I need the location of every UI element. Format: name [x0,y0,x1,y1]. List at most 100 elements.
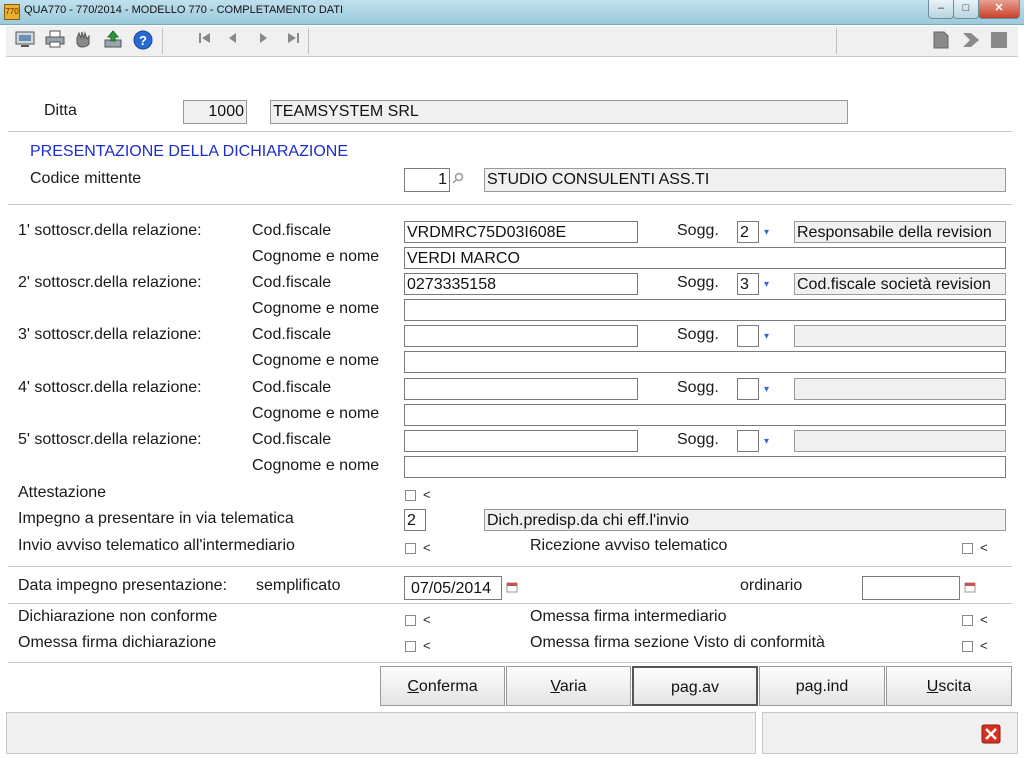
sottoscr-1-cognome[interactable]: VERDI MARCO [404,247,1006,269]
close-window-button[interactable]: ✕ [978,0,1020,19]
omessa-firma-visto-checkbox[interactable] [962,641,973,652]
sottoscr-3-label: 3' sottoscr.della relazione: [18,326,202,343]
minimize-button[interactable]: – [928,0,954,19]
sogg-label: Sogg. [677,326,719,343]
first-icon[interactable] [194,30,216,52]
omessa-firma-dichiarazione-checkbox[interactable] [405,641,416,652]
status-bar-right [762,712,1018,754]
ditta-name-field: TEAMSYSTEM SRL [270,100,848,124]
last-icon[interactable] [282,30,304,52]
omessa-firma-intermediario-arrow: < [980,612,988,627]
cognome-label: Cognome e nome [252,405,380,422]
pag-av-button[interactable]: pag.av [632,666,758,706]
sottoscr-1-sogg[interactable]: 2 [737,221,759,243]
monitor-icon[interactable] [14,30,36,52]
sottoscr-2-sogg[interactable]: 3 [737,273,759,295]
invio-avviso-checkbox[interactable] [405,543,416,554]
codice-mittente-label: Codice mittente [30,170,142,187]
sottoscr-3-codfiscale[interactable] [404,325,638,347]
cognome-label: Cognome e nome [252,352,380,369]
omessa-firma-intermediario-label: Omessa firma intermediario [530,608,727,625]
sottoscr-4-sogg[interactable] [737,378,759,400]
printer-icon[interactable] [44,30,66,52]
impegno-label: Impegno a presentare in via telematica [18,510,294,527]
app-window: 770 QUA770 - 770/2014 - MODELLO 770 - CO… [0,0,1024,759]
ricezione-avviso-checkbox[interactable] [962,543,973,554]
sottoscr-3-cognome[interactable] [404,351,1006,373]
sottoscr-4-cognome[interactable] [404,404,1006,426]
close-icon[interactable] [981,724,1001,749]
sottoscr-1-label: 1' sottoscr.della relazione: [18,222,202,239]
omessa-firma-dichiarazione-arrow: < [423,638,431,653]
impegno-field[interactable]: 2 [404,509,426,531]
presentazione-heading: PRESENTAZIONE DELLA DICHIARAZIONE [30,143,348,160]
sottoscr-2-cognome[interactable] [404,299,1006,321]
sottoscr-2-codfiscale[interactable]: 0273335158 [404,273,638,295]
uscita-button[interactable]: Uscita [886,666,1012,706]
dropdown-arrow-icon[interactable]: ▾ [764,331,769,342]
data-impegno-label: Data impegno presentazione: [18,577,228,594]
app-icon: 770 [4,4,20,20]
stop-icon[interactable] [988,30,1010,52]
ordinario-label: ordinario [740,577,803,594]
non-conforme-label: Dichiarazione non conforme [18,608,218,625]
invio-avviso-label: Invio avviso telematico all'intermediari… [18,537,295,554]
semplificato-date-field[interactable]: 07/05/2014 [404,576,502,600]
codfiscale-label: Cod.fiscale [252,379,332,396]
sottoscr-4-codfiscale[interactable] [404,378,638,400]
omessa-firma-dichiarazione-label: Omessa firma dichiarazione [18,634,217,651]
semplificato-label: semplificato [256,577,341,594]
next-icon[interactable] [252,30,274,52]
pag-ind-button[interactable]: pag.ind [759,666,885,706]
sottoscr-1-sogg-desc: Responsabile della revision [794,221,1006,243]
codfiscale-label: Cod.fiscale [252,222,332,239]
non-conforme-checkbox[interactable] [405,615,416,626]
omessa-firma-visto-arrow: < [980,638,988,653]
sottoscr-4-sogg-desc [794,378,1006,400]
invio-avviso-arrow: < [423,540,431,555]
ricezione-avviso-label: Ricezione avviso telematico [530,537,728,554]
dropdown-arrow-icon[interactable]: ▾ [764,436,769,447]
export-icon[interactable] [102,30,124,52]
dropdown-arrow-icon[interactable]: ▾ [764,279,769,290]
sottoscr-3-sogg[interactable] [737,325,759,347]
sottoscr-5-sogg[interactable] [737,430,759,452]
cognome-label: Cognome e nome [252,457,380,474]
ricezione-avviso-arrow: < [980,540,988,555]
codfiscale-label: Cod.fiscale [252,431,332,448]
lookup-icon[interactable] [452,172,464,187]
forward-icon[interactable] [960,30,982,52]
maximize-button[interactable]: □ [953,0,979,19]
sottoscr-5-label: 5' sottoscr.della relazione: [18,431,202,448]
sogg-label: Sogg. [677,431,719,448]
status-bar-left [6,712,756,754]
sottoscr-1-codfiscale[interactable]: VRDMRC75D03I608E [404,221,638,243]
ordinario-date-field[interactable] [862,576,960,600]
varia-button[interactable]: Varia [506,666,631,706]
help-icon[interactable]: ? [132,30,154,52]
attestazione-checkbox[interactable] [405,490,416,501]
sogg-label: Sogg. [677,222,719,239]
window-title: QUA770 - 770/2014 - MODELLO 770 - COMPLE… [24,4,344,16]
dropdown-arrow-icon[interactable]: ▾ [764,227,769,238]
attestazione-label: Attestazione [18,484,107,501]
codice-mittente-field[interactable]: 1 [404,168,450,192]
conferma-button[interactable]: Conferma [380,666,505,706]
sottoscr-5-cognome[interactable] [404,456,1006,478]
calendar-icon[interactable] [506,581,518,596]
calendar-icon[interactable] [964,581,976,596]
hand-icon[interactable] [72,30,94,52]
toolbar: ? [6,26,1018,57]
sogg-label: Sogg. [677,274,719,291]
dropdown-arrow-icon[interactable]: ▾ [764,384,769,395]
doc-icon[interactable] [930,30,952,52]
sogg-label: Sogg. [677,379,719,396]
sottoscr-5-codfiscale[interactable] [404,430,638,452]
omessa-firma-intermediario-checkbox[interactable] [962,615,973,626]
prev-icon[interactable] [222,30,244,52]
sottoscr-4-label: 4' sottoscr.della relazione: [18,379,202,396]
ditta-label: Ditta [44,102,77,119]
impegno-desc: Dich.predisp.da chi eff.l'invio [484,509,1006,531]
svg-text:?: ? [139,33,147,48]
ditta-code-field[interactable]: 1000 [183,100,247,124]
